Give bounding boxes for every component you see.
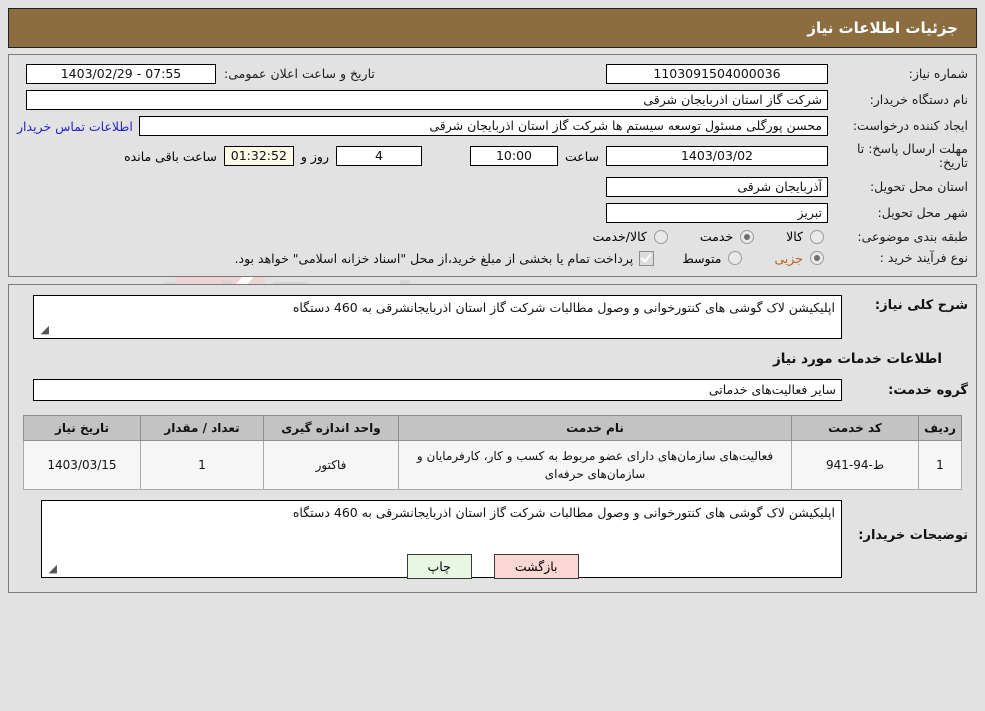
service-group-label: گروه خدمت:: [888, 382, 968, 398]
deadline-hour-value: 10:00: [469, 146, 558, 167]
city-value: تبریز: [606, 202, 828, 223]
treasury-note: پرداخت تمام یا بخشی از مبلغ خرید،از محل …: [234, 250, 634, 266]
remaining-days-value: 4: [335, 146, 422, 167]
category-label: طبقه بندی موضوعی:: [857, 228, 968, 244]
row-category: طبقه بندی موضوعی: کالا خدمت کالا/خدمت: [17, 229, 968, 245]
radio-icon[interactable]: [728, 251, 743, 266]
general-desc-label: شرح کلی نیاز:: [874, 298, 968, 313]
announce-datetime-label: تاریخ و ساعت اعلان عمومی:: [224, 66, 375, 82]
th-row-no: ردیف: [918, 415, 962, 441]
process-option-jozei[interactable]: جزیی: [774, 251, 828, 266]
buyer-contact-link[interactable]: اطلاعات تماس خریدار: [17, 119, 139, 134]
category-option-label: خدمت: [699, 229, 734, 245]
row-purchase-process: نوع فرآیند خرید : جزیی متوسط پرداخت تمام…: [17, 250, 968, 266]
th-need-date: تاریخ نیاز: [23, 415, 141, 441]
row-general-description: شرح کلی نیاز: اپلیکیشن لاک گوشی های کنتو…: [17, 295, 968, 339]
need-info-panel: شماره نیاز: 1103091504000036 تاریخ و ساع…: [8, 54, 977, 277]
row-creator: ایجاد کننده درخواست: محسن پورگلی مسئول ت…: [17, 116, 968, 136]
page-title: جزئیات اطلاعات نیاز: [807, 19, 958, 37]
buyer-org-value: شرکت گاز استان اذربایجان شرقی: [26, 90, 828, 110]
table-header-row: ردیف کد خدمت نام خدمت واحد اندازه گیری ت…: [23, 415, 962, 441]
announce-datetime-value: 07:55 - 1403/02/29: [26, 64, 216, 84]
need-details-panel: شرح کلی نیاز: اپلیکیشن لاک گوشی های کنتو…: [8, 284, 977, 593]
cell-quantity: 1: [140, 440, 264, 490]
row-service-group: گروه خدمت: سایر فعالیت‌های خدماتی: [17, 379, 968, 401]
process-option-label: متوسط: [682, 250, 722, 266]
deadline-hour-label: ساعت: [564, 148, 599, 164]
service-group-value: سایر فعالیت‌های خدماتی: [33, 379, 842, 401]
radio-icon[interactable]: [653, 229, 668, 244]
process-label: نوع فرآیند خرید :: [879, 250, 968, 266]
countdown-timer: 01:32:52: [223, 146, 294, 167]
services-table-wrap: ردیف کد خدمت نام خدمت واحد اندازه گیری ت…: [23, 415, 962, 490]
row-city: شهر محل تحویل: تبریز: [17, 202, 968, 223]
category-radio-group: کالا خدمت کالا/خدمت: [564, 229, 828, 244]
deadline-label: مهلت ارسال پاسخ: تا تاریخ:: [857, 141, 968, 171]
radio-icon[interactable]: [740, 229, 755, 244]
back-button[interactable]: بازگشت: [493, 554, 579, 579]
footer-actions: بازگشت چاپ: [0, 554, 985, 579]
remaining-days-label: روز و: [300, 148, 329, 164]
process-option-motavaset[interactable]: متوسط: [682, 251, 746, 266]
th-service-code: کد خدمت: [791, 415, 919, 441]
cell-unit: فاکتور: [263, 440, 399, 490]
radio-icon[interactable]: [810, 229, 824, 244]
general-desc-value: اپلیکیشن لاک گوشی های کنتورخوانی و وصول …: [292, 300, 835, 315]
th-quantity: تعداد / مقدار: [140, 415, 264, 441]
process-radio-group: جزیی متوسط: [654, 251, 828, 266]
category-option-kala[interactable]: کالا: [786, 229, 828, 244]
table-row: 1 ط-94-941 فعالیت‌های سازمان‌های دارای ع…: [23, 440, 962, 490]
category-option-label: کالا: [786, 229, 803, 245]
resize-grip-icon[interactable]: ◢: [37, 324, 49, 336]
province-value: آذربایجان شرقی: [606, 176, 828, 197]
treasury-checkbox[interactable]: [639, 250, 655, 266]
radio-icon[interactable]: [810, 251, 824, 266]
services-section-title: اطلاعات خدمات مورد نیاز: [772, 351, 942, 367]
th-service-name: نام خدمت: [398, 415, 792, 441]
cell-row-no: 1: [918, 440, 962, 490]
th-unit: واحد اندازه گیری: [263, 415, 399, 441]
row-province: استان محل تحویل: آذربایجان شرقی: [17, 176, 968, 197]
window-titlebar: جزئیات اطلاعات نیاز: [8, 8, 977, 48]
creator-value: محسن پورگلی مسئول توسعه سیستم ها شرکت گا…: [138, 116, 828, 136]
category-option-kala-khedmat[interactable]: کالا/خدمت: [592, 229, 671, 244]
cell-service-code: ط-94-941: [791, 440, 919, 490]
category-option-khedmat[interactable]: خدمت: [700, 229, 758, 244]
buyer-notes-label: توضیحات خریدار:: [858, 528, 968, 543]
process-option-label: جزیی: [774, 250, 803, 266]
row-deadline: مهلت ارسال پاسخ: تا تاریخ: 1403/03/02 سا…: [17, 141, 968, 171]
services-table: ردیف کد خدمت نام خدمت واحد اندازه گیری ت…: [23, 415, 962, 490]
category-option-label: کالا/خدمت: [592, 229, 647, 245]
row-need-number: شماره نیاز: 1103091504000036 تاریخ و ساع…: [17, 64, 968, 84]
buyer-notes-value: اپلیکیشن لاک گوشی های کنتورخوانی و وصول …: [292, 505, 835, 520]
cell-service-name: فعالیت‌های سازمان‌های دارای عضو مربوط به…: [398, 440, 792, 490]
province-label: استان محل تحویل:: [869, 178, 968, 194]
buyer-org-label: نام دستگاه خریدار:: [869, 92, 968, 108]
need-number-value: 1103091504000036: [606, 64, 828, 84]
deadline-date-value: 1403/03/02: [606, 146, 828, 167]
general-desc-textarea[interactable]: اپلیکیشن لاک گوشی های کنتورخوانی و وصول …: [33, 295, 842, 339]
print-button[interactable]: چاپ: [406, 554, 472, 579]
row-buyer-org: نام دستگاه خریدار: شرکت گاز استان اذربای…: [17, 90, 968, 110]
countdown-label: ساعت باقی مانده: [124, 148, 217, 164]
creator-label: ایجاد کننده درخواست:: [852, 118, 968, 134]
cell-need-date: 1403/03/15: [23, 440, 141, 490]
need-number-label: شماره نیاز:: [908, 66, 968, 82]
page-root: جزئیات اطلاعات نیاز شماره نیاز: 11030915…: [0, 8, 985, 593]
city-label: شهر محل تحویل:: [877, 204, 968, 220]
